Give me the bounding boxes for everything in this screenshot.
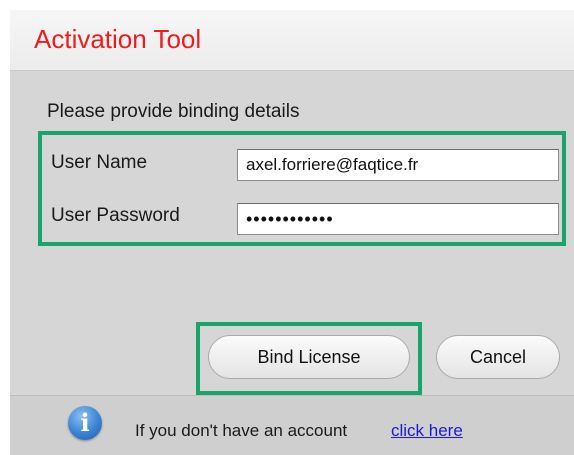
username-field[interactable] — [237, 149, 559, 181]
info-icon: i — [68, 406, 102, 440]
username-label: User Name — [51, 152, 148, 173]
password-field[interactable] — [237, 203, 559, 235]
create-account-link[interactable]: click here — [391, 421, 463, 441]
dialog-body: Please provide binding details User Name… — [10, 71, 574, 395]
password-label: User Password — [51, 205, 180, 226]
account-prompt-text: If you don't have an account — [135, 421, 348, 440]
bind-license-button[interactable]: Bind License — [208, 335, 410, 379]
instructions-text: Please provide binding details — [47, 101, 300, 122]
cancel-button[interactable]: Cancel — [436, 335, 560, 379]
footer-bar: i If you don't have an account click her… — [10, 395, 574, 455]
title-bar: Activation Tool — [10, 10, 574, 71]
credentials-highlight: User Name User Password — [38, 131, 566, 246]
activation-dialog: Activation Tool Please provide binding d… — [10, 10, 574, 455]
window-title: Activation Tool — [34, 24, 202, 54]
